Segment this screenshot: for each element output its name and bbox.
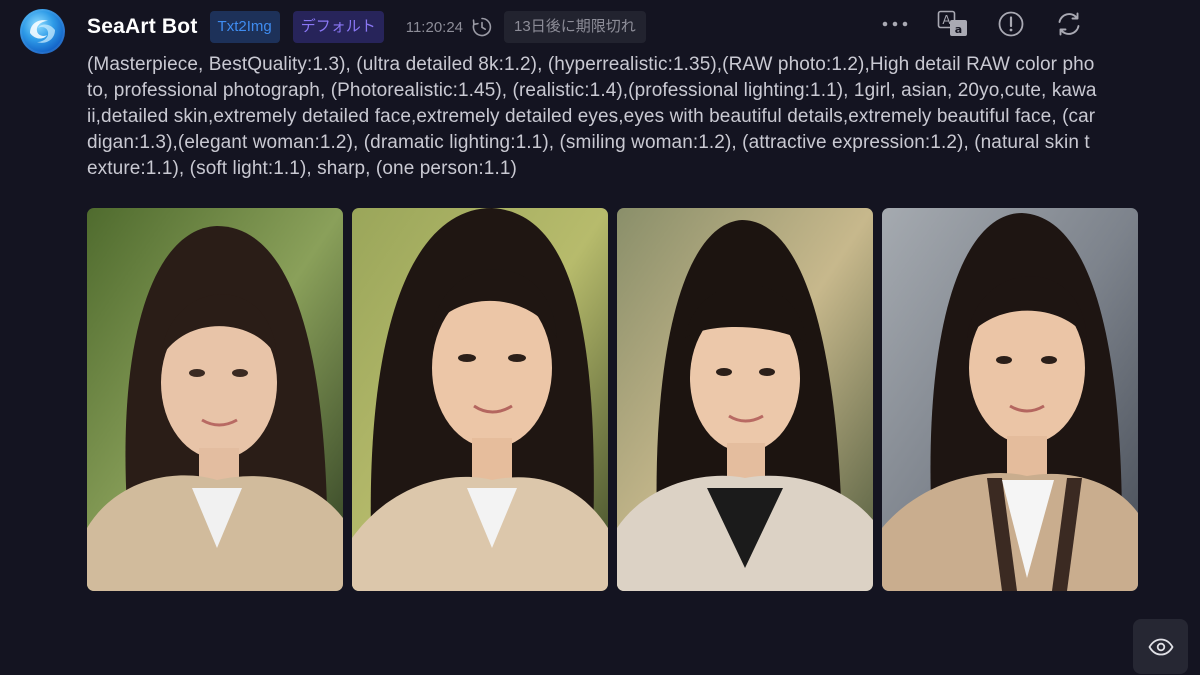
generated-image-3[interactable] [617, 208, 873, 591]
portrait-image [352, 208, 608, 591]
toggle-visibility-button[interactable] [1133, 619, 1188, 674]
bot-avatar[interactable] [20, 9, 65, 54]
prompt-text: (Masterpiece, BestQuality:1.3), (ultra d… [87, 54, 1097, 179]
style-tag[interactable]: デフォルト [292, 11, 384, 43]
report-icon[interactable] [994, 8, 1028, 40]
message-actions: A a [878, 8, 1086, 40]
generated-image-4[interactable] [882, 208, 1138, 591]
portrait-image [882, 208, 1138, 591]
generated-image-1[interactable] [87, 208, 343, 591]
generated-image-2[interactable] [352, 208, 608, 591]
svg-text:a: a [955, 23, 962, 36]
seaart-logo-icon [30, 20, 55, 43]
message-header: SeaArt Bot Txt2Img デフォルト 11:20:24 13日後に期… [87, 10, 646, 44]
refresh-icon[interactable] [1052, 8, 1086, 40]
translate-icon[interactable]: A a [936, 8, 970, 40]
timestamp: 11:20:24 [405, 18, 464, 36]
portrait-image [87, 208, 343, 591]
bot-name: SeaArt Bot [87, 15, 198, 38]
portrait-image [617, 208, 873, 591]
expire-badge: 13日後に期限切れ [504, 11, 646, 43]
image-gallery [87, 208, 1138, 591]
more-icon[interactable] [878, 8, 912, 40]
mode-tag[interactable]: Txt2Img [209, 11, 280, 43]
history-icon[interactable] [471, 16, 493, 38]
eye-icon [1148, 638, 1173, 655]
